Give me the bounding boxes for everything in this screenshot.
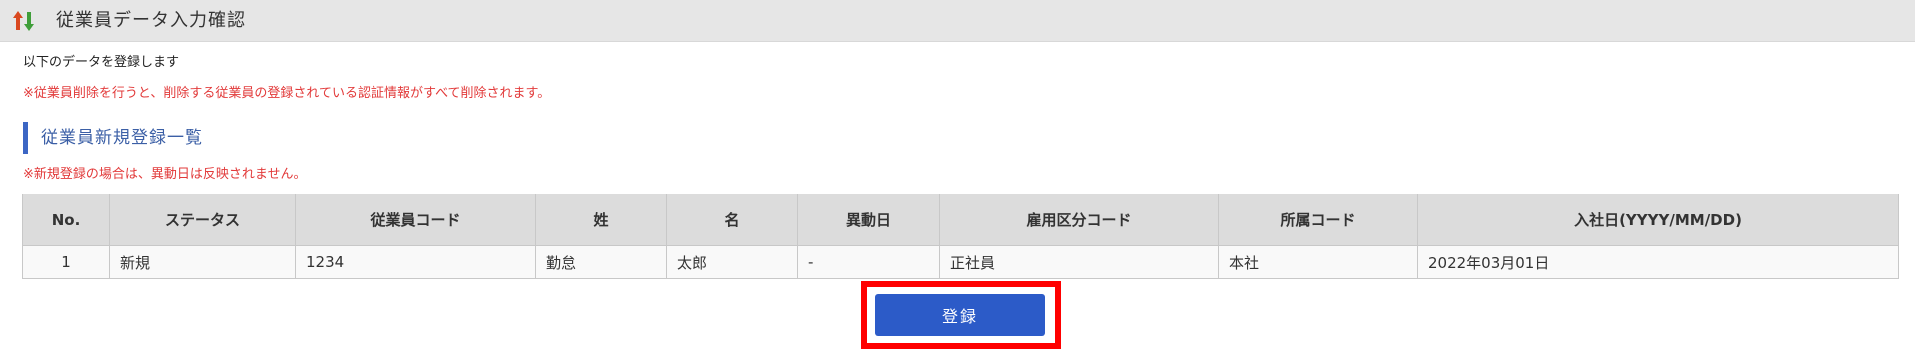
delete-warning-text: ※従業員削除を行うと、削除する従業員の登録されている認証情報がすべて削除されます… (23, 86, 551, 101)
cell-last-name: 勤怠 (535, 245, 667, 279)
cell-transfer-date: - (797, 245, 940, 279)
column-header-employee-code: 従業員コード (295, 194, 536, 246)
column-header-hire-date: 入社日(YYYY/MM/DD) (1417, 194, 1899, 246)
cell-department-code: 本社 (1218, 245, 1418, 279)
column-header-first-name: 名 (666, 194, 798, 246)
employee-table: No. ステータス 従業員コード 姓 名 異動日 雇用区分コード 所属コード 入… (22, 194, 1899, 279)
table-row: 1 新規 1234 勤怠 太郎 - 正社員 本社 2022年03月01日 (22, 245, 1899, 279)
section-heading: 従業員新規登録一覧 (23, 122, 203, 154)
cell-employment-type-code: 正社員 (939, 245, 1219, 279)
cell-employee-code: 1234 (295, 245, 536, 279)
cell-no: 1 (22, 245, 110, 279)
cell-first-name: 太郎 (666, 245, 798, 279)
register-button[interactable]: 登録 (875, 294, 1045, 336)
page-title: 従業員データ入力確認 (56, 10, 246, 31)
intro-text: 以下のデータを登録します (23, 55, 180, 70)
column-header-transfer-date: 異動日 (797, 194, 940, 246)
column-header-department-code: 所属コード (1218, 194, 1418, 246)
table-header-row: No. ステータス 従業員コード 姓 名 異動日 雇用区分コード 所属コード 入… (22, 194, 1899, 246)
section-note: ※新規登録の場合は、異動日は反映されません。 (23, 167, 307, 182)
header-bar: 従業員データ入力確認 (0, 0, 1915, 42)
cell-hire-date: 2022年03月01日 (1417, 245, 1899, 279)
column-header-employment-type-code: 雇用区分コード (939, 194, 1219, 246)
cell-status: 新規 (109, 245, 296, 279)
section-title: 従業員新規登録一覧 (41, 128, 203, 148)
sort-arrows-icon (12, 10, 36, 32)
column-header-status: ステータス (109, 194, 296, 246)
column-header-no: No. (22, 194, 110, 246)
column-header-last-name: 姓 (535, 194, 667, 246)
